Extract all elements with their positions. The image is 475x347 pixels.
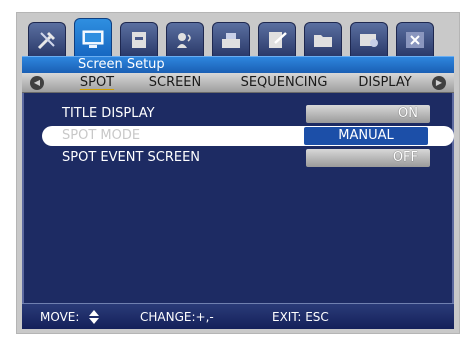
camera-icon — [177, 32, 191, 48]
subtab-screen[interactable]: SCREEN — [140, 73, 210, 93]
next-arrow-icon[interactable]: ▶ — [432, 76, 446, 90]
folder-icon — [314, 34, 332, 47]
window-title: Screen Setup — [78, 57, 165, 72]
subtab-spot[interactable]: SPOT — [68, 73, 126, 93]
tab-folder[interactable] — [304, 22, 342, 56]
title-display-label: TITLE DISPLAY — [62, 106, 155, 121]
spot-mode-value[interactable]: MANUAL — [304, 127, 428, 145]
tab-camera[interactable] — [166, 22, 204, 56]
window-titlebar: Screen Setup — [22, 56, 454, 73]
monitor-icon — [82, 30, 104, 48]
network-icon — [222, 32, 240, 48]
change-hint: CHANGE:+,- — [140, 310, 214, 324]
settings-panel: TITLE DISPLAY ON SPOT MODE MANUAL SPOT E… — [22, 93, 454, 303]
help-footer: MOVE: CHANGE:+,- EXIT: ESC — [22, 303, 454, 329]
subtab-display[interactable]: DISPLAY — [350, 73, 420, 93]
title-display-value[interactable]: ON — [306, 105, 430, 123]
tab-tools[interactable] — [28, 22, 66, 56]
sub-tab-bar: ◀ SPOT SCREEN SEQUENCING DISPLAY ▶ — [22, 73, 454, 93]
close-icon — [406, 31, 424, 48]
tools-icon — [37, 31, 55, 49]
spot-event-screen-label: SPOT EVENT SCREEN — [62, 150, 201, 165]
spot-mode-label: SPOT MODE — [62, 128, 141, 143]
device-icon — [360, 33, 378, 47]
top-tab-strip — [22, 18, 454, 58]
prev-arrow-icon[interactable]: ◀ — [30, 76, 44, 90]
move-hint: MOVE: — [40, 310, 80, 324]
exit-hint: EXIT: ESC — [272, 310, 329, 324]
up-down-arrow-icon — [89, 310, 99, 324]
subtab-sequencing[interactable]: SEQUENCING — [228, 73, 340, 93]
checklist-icon — [269, 31, 287, 48]
recorder-icon — [132, 31, 146, 48]
tab-device[interactable] — [350, 22, 388, 56]
tab-network[interactable] — [212, 22, 250, 56]
spot-event-screen-value[interactable]: OFF — [306, 149, 430, 167]
spot-mode-row[interactable]: SPOT MODE MANUAL — [42, 126, 454, 146]
tab-exit[interactable] — [396, 22, 434, 56]
tab-screen[interactable] — [74, 18, 112, 58]
tab-checklist[interactable] — [258, 22, 296, 56]
tab-record[interactable] — [120, 22, 158, 56]
